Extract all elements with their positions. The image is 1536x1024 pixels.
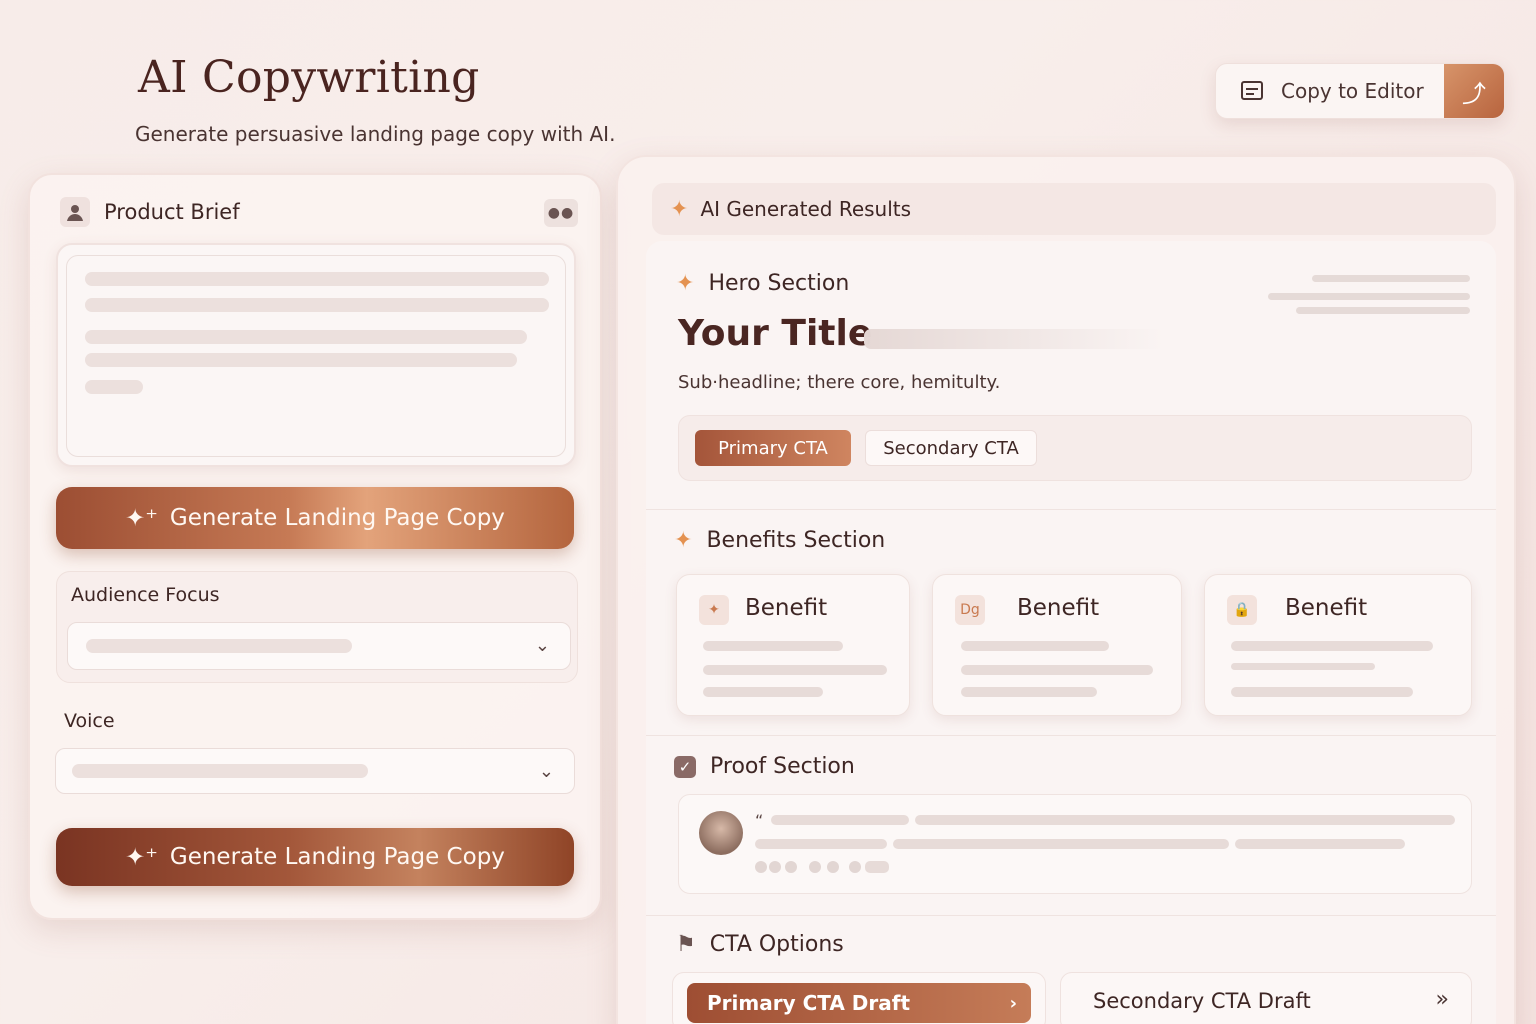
more-options-button[interactable]: ●● [544,199,578,227]
chevron-right-icon: › [1009,992,1017,1014]
secondary-cta-draft-card[interactable]: Secondary CTA Draft » [1060,972,1472,1024]
user-icon [60,197,90,227]
placeholder-line [85,380,143,394]
audience-focus-select[interactable]: ⌄ [67,622,571,670]
chevron-down-icon: ⌄ [534,635,550,656]
secondary-cta-draft-label: Secondary CTA Draft [1093,989,1311,1013]
placeholder-value [86,639,352,653]
generate-copy-label-2: Generate Landing Page Copy [169,844,505,870]
copy-to-editor-button[interactable]: Copy to Editor ⤴ [1215,63,1505,119]
product-brief-title: Product Brief [104,200,240,224]
benefits-section-title: ✦ Benefits Section [674,528,886,553]
placeholder-line [85,272,549,286]
quote-mark: “ [755,811,764,830]
page-title: AI Copywriting [138,52,480,103]
benefits-section: ✦ Benefits Section ✦ Benefit Dg Benefit … [646,509,1496,735]
product-brief-textarea[interactable] [56,243,576,467]
hero-headline: Your Title [678,313,873,354]
results-title: AI Generated Results [700,197,912,221]
generate-copy-label: Generate Landing Page Copy [169,505,505,531]
placeholder-line [85,353,517,367]
lock-icon: 🔒 [1227,595,1257,625]
results-header: ✦ AI Generated Results [652,183,1496,235]
audience-focus-field: Audience Focus ⌄ [56,571,578,683]
cta-options-section: ⚑ CTA Options Primary CTA Draft › Second… [646,915,1496,1024]
sparkle-icon: ✦ [670,196,689,222]
placeholder-line [85,298,549,312]
placeholder-line [85,330,527,344]
testimonial-card: “ [678,794,1472,894]
sparkle-icon: ✦ [676,271,695,296]
hero-cta-row: Primary CTA Secondary CTA [678,415,1472,481]
benefit-title: Benefit [1285,595,1368,621]
hero-subheadline: Sub·headline; there core, hemitulty. [678,372,1001,393]
generate-copy-button[interactable]: ✦⁺ Generate Landing Page Copy [56,487,574,549]
primary-cta-draft-card[interactable]: Primary CTA Draft › [672,972,1046,1024]
secondary-cta-button[interactable]: Secondary CTA [865,430,1037,466]
primary-cta-draft-button[interactable]: Primary CTA Draft › [687,983,1031,1023]
flag-icon: ⚑ [676,932,696,957]
voice-select[interactable]: ⌄ [55,748,575,794]
sparkle-icon: ✦ [699,595,729,625]
sparkle-icon: ✦ [674,528,693,553]
audience-focus-label: Audience Focus [71,584,220,606]
placeholder-value [72,764,368,778]
page-subtitle: Generate persuasive landing page copy wi… [135,122,616,146]
copy-to-editor-label: Copy to Editor [1281,79,1424,103]
benefit-card[interactable]: Dg Benefit [932,574,1182,716]
results-panel: ✦ AI Generated Results ✦ Hero Section Yo… [616,155,1516,1024]
checkbox-icon: ✓ [674,755,696,778]
hero-section: ✦ Hero Section Your Title Sub·headline; … [646,241,1496,509]
export-arrow-icon[interactable]: ⤴ [1444,64,1504,118]
hero-section-title: ✦ Hero Section [676,271,850,296]
sparkle-icon: ✦⁺ [125,843,158,871]
dg-badge-icon: Dg [955,595,985,625]
primary-cta-button[interactable]: Primary CTA [695,430,851,466]
generate-copy-button-2[interactable]: ✦⁺ Generate Landing Page Copy [56,828,574,886]
benefit-card[interactable]: ✦ Benefit [676,574,910,716]
proof-section-title: ✓ Proof Section [674,754,855,779]
benefit-title: Benefit [1017,595,1100,621]
document-icon [1241,81,1263,100]
chevron-down-icon: ⌄ [538,761,554,782]
voice-label: Voice [64,710,115,732]
sparkle-icon: ✦⁺ [125,504,158,532]
benefit-title: Benefit [745,595,828,621]
product-brief-header: Product Brief [60,197,240,227]
cta-options-title: ⚑ CTA Options [676,932,844,957]
benefit-card[interactable]: 🔒 Benefit [1204,574,1472,716]
proof-section: ✓ Proof Section “ [646,735,1496,915]
avatar [699,811,743,855]
double-chevron-right-icon: » [1435,987,1449,1012]
